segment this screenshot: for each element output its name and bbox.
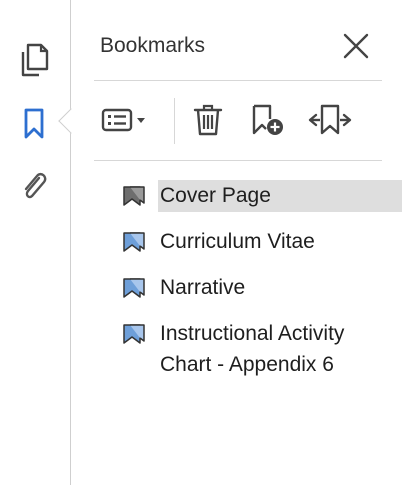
toolbar-divider [94,160,382,161]
attachment-icon [24,172,47,199]
bookmark-item-icon [123,186,145,206]
new-bookmark-button[interactable] [246,100,290,140]
bookmark-label: Instructional Activity Chart - Appendix … [160,322,345,376]
bookmark-item-curriculum-vitae[interactable]: Curriculum Vitae [122,226,402,258]
bookmark-list: Cover Page Curriculum Vitae Narrative In… [122,180,402,394]
left-rail [0,0,71,485]
panel-title: Bookmarks [100,34,206,57]
close-button[interactable] [340,30,372,62]
toolbar-separator [174,98,175,144]
bookmark-icon [24,108,44,139]
bookmark-item-icon [123,232,145,252]
delete-icon [193,104,223,136]
bookmarks-panel: Bookmarks Cover Page Curriculum Vitae Na… [72,0,404,485]
expand-bookmark-button[interactable] [306,100,354,140]
expand-bookmark-icon [308,104,352,135]
delete-bookmark-button[interactable] [188,100,228,140]
options-icon [101,108,145,132]
new-bookmark-icon [252,104,283,135]
bookmark-item-icon [123,278,145,298]
close-icon [343,33,369,59]
bookmark-label: Curriculum Vitae [160,230,315,253]
bookmark-label: Narrative [160,276,246,299]
pages-icon [21,43,49,77]
bookmark-label: Cover Page [158,180,402,212]
bookmarks-button[interactable] [14,104,54,144]
header-divider [94,80,382,81]
attachments-button[interactable] [14,166,54,206]
bookmark-item-instructional-activity-chart[interactable]: Instructional Activity Chart - Appendix … [122,318,402,380]
options-button[interactable] [98,100,154,140]
bookmark-item-icon [123,324,145,344]
bookmark-item-narrative[interactable]: Narrative [122,272,402,304]
bookmark-item-cover-page[interactable]: Cover Page [122,180,402,212]
pages-button[interactable] [14,40,54,80]
